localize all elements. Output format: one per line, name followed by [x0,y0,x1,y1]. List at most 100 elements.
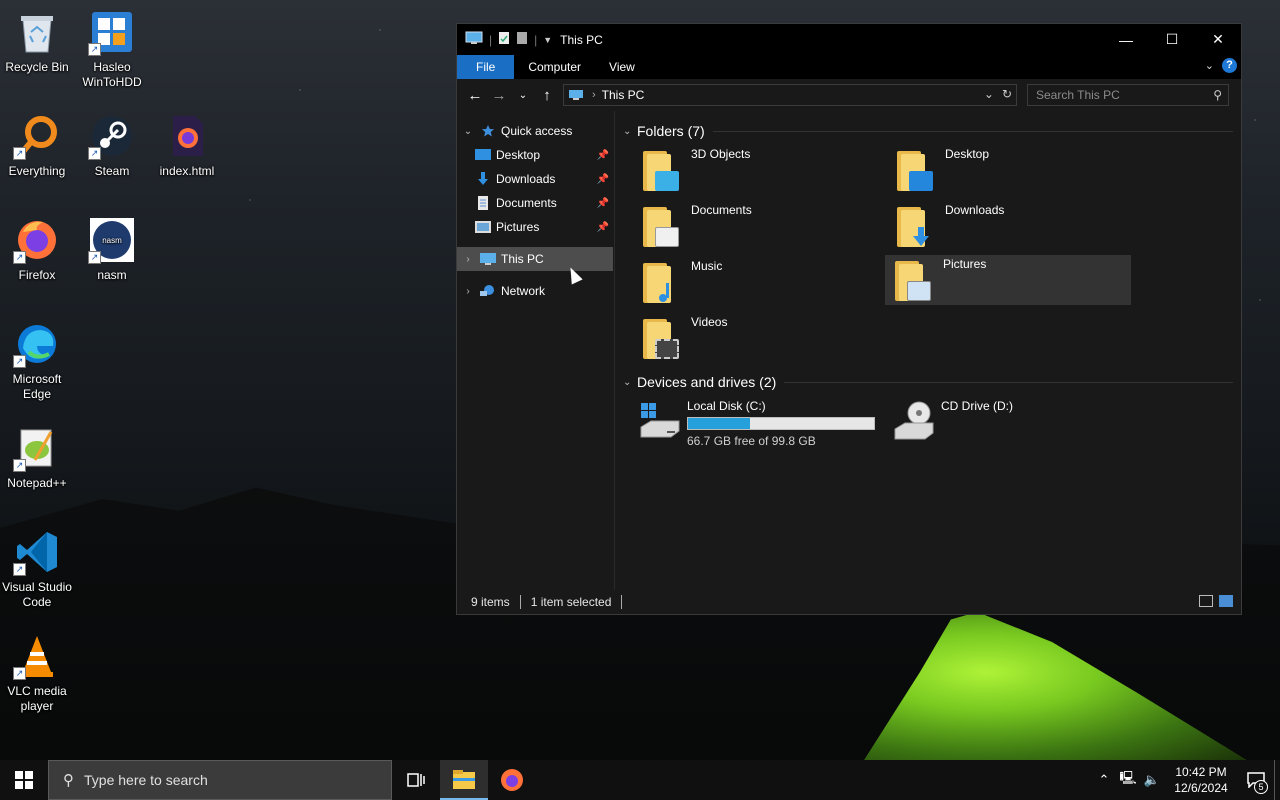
nav-label: Network [501,284,546,298]
3d-objects-folder-icon [641,147,687,193]
network-status-icon[interactable]: 🖳 [1116,769,1140,791]
drives-group-header[interactable]: ⌄ Devices and drives (2) [623,374,1233,390]
this-pc-icon [480,252,496,266]
volume-muted-icon[interactable]: 🔈 [1140,772,1164,788]
folder-videos[interactable]: Videos [633,313,879,363]
show-desktop-button[interactable] [1274,760,1280,800]
taskbar-firefox[interactable] [488,760,536,800]
pin-icon[interactable]: 📌 [597,222,609,233]
help-icon[interactable]: ? [1222,58,1237,73]
folder-downloads[interactable]: Downloads [887,201,1133,251]
group-collapse-chevron-icon[interactable]: ⌄ [623,126,637,137]
cd-drive-icon [891,399,937,445]
nav-label: Desktop [496,148,541,162]
back-arrow-icon[interactable]: ← [463,87,487,104]
desktop-icon-vscode[interactable]: ↗ Visual Studio Code [0,528,74,610]
desktop-icon-label: Hasleo WinToHDD [82,60,142,89]
desktop-icon-vlc[interactable]: ↗ VLC media player [0,632,74,714]
firefox-icon [501,769,523,791]
folder-documents[interactable]: Documents [633,201,879,251]
recent-locations-chevron-icon[interactable]: ⌄ [511,90,535,101]
taskbar-search-placeholder: Type here to search [84,772,208,788]
folder-pictures[interactable]: Pictures [885,255,1131,305]
pin-icon[interactable]: 📌 [597,150,609,161]
clock[interactable]: 10:42 PM 12/6/2024 [1164,764,1238,796]
group-collapse-chevron-icon[interactable]: ⌄ [623,377,637,388]
tab-computer[interactable]: Computer [514,55,595,79]
customize-toolbar-chevron-icon[interactable]: ▼ [543,35,552,45]
new-folder-icon[interactable] [516,31,528,48]
pictures-icon [475,220,491,234]
nav-item-downloads[interactable]: Downloads 📌 [457,167,613,191]
action-center-button[interactable]: 5 [1238,772,1274,794]
desktop-icon-recycle-bin[interactable]: Recycle Bin [0,8,74,75]
desktop-icon-index-html[interactable]: index.html [150,112,224,179]
collapsed-chevron-icon[interactable]: › [460,286,476,297]
ribbon-tabs: File Computer View ⌄ ? [457,55,1241,79]
close-button[interactable]: ✕ [1195,24,1241,55]
taskbar-search-input[interactable]: ⚲ Type here to search [48,760,392,800]
nav-label: Pictures [496,220,540,234]
minimize-button[interactable]: — [1103,24,1149,55]
folders-group-header[interactable]: ⌄ Folders (7) [623,123,1233,139]
desktop-icon-notepad-plus-plus[interactable]: ↗ Notepad++ [0,424,74,491]
expand-ribbon-chevron-icon[interactable]: ⌄ [1205,59,1214,72]
desktop-icon-firefox[interactable]: ↗ Firefox [0,216,74,283]
edge-icon: ↗ [13,320,61,368]
tab-view[interactable]: View [595,55,649,79]
divider [712,130,1233,132]
show-hidden-icons-chevron-icon[interactable]: ⌃ [1092,772,1116,788]
nav-item-quick-access[interactable]: ⌄ Quick access [457,119,613,143]
nav-item-this-pc[interactable]: › This PC [457,247,613,271]
nav-item-desktop[interactable]: Desktop 📌 [457,143,613,167]
nav-item-pictures[interactable]: Pictures 📌 [457,215,613,239]
desktop-icon-everything[interactable]: ↗ Everything [0,112,74,179]
nav-item-network[interactable]: › Network [457,279,613,303]
expanded-chevron-icon[interactable]: ⌄ [460,126,476,137]
nav-label: Downloads [496,172,556,186]
collapsed-chevron-icon[interactable]: › [460,254,476,265]
pin-icon[interactable]: 📌 [597,198,609,209]
tab-file[interactable]: File [457,55,515,79]
status-bar: 9 items 1 item selected [457,590,1241,614]
folder-name: 3D Objects [691,147,751,161]
breadcrumb[interactable]: This PC [602,88,645,102]
folder-music[interactable]: Music [633,257,879,307]
drive-usage-bar [687,417,875,430]
drive-local-disk-c[interactable]: Local Disk (C:) 66.7 GB free of 99.8 GB [629,397,879,453]
drive-usage-fill [688,418,750,429]
large-icons-view-icon[interactable] [1219,595,1233,607]
desktop-icon-hasleo[interactable]: ↗ Hasleo WinToHDD [75,8,149,90]
folder-desktop[interactable]: Desktop [887,145,1133,195]
maximize-button[interactable]: ☐ [1149,24,1195,55]
file-explorer-window[interactable]: | | ▼ This PC — ☐ ✕ File Computer View ⌄… [456,23,1242,615]
title-bar[interactable]: | | ▼ This PC — ☐ ✕ [457,24,1241,55]
item-count: 9 items [471,595,510,609]
desktop-icon-label: Firefox [18,268,56,282]
desktop-icon-label: Steam [94,164,130,178]
desktop-icon-steam[interactable]: ↗ Steam [75,112,149,179]
desktop-icon-edge[interactable]: ↗ Microsoft Edge [0,320,74,402]
search-input[interactable]: Search This PC ⚲ [1027,84,1229,106]
windows-logo-icon [15,771,33,789]
videos-folder-icon [641,315,687,361]
drive-name: CD Drive (D:) [941,399,1013,413]
start-button[interactable] [0,760,48,800]
group-title: Devices and drives (2) [637,374,777,390]
forward-arrow-icon[interactable]: → [487,87,511,104]
address-bar[interactable]: › This PC ⌄ ↻ [563,84,1017,106]
address-dropdown-chevron-icon[interactable]: ⌄ [984,87,994,101]
refresh-icon[interactable]: ↻ [1002,87,1012,101]
downloads-arrow-icon [475,172,491,186]
task-view-button[interactable] [392,760,440,800]
drive-cd-d[interactable]: CD Drive (D:) [883,397,1129,447]
nav-item-documents[interactable]: Documents 📌 [457,191,613,215]
details-view-icon[interactable] [1199,595,1213,607]
folder-3d-objects[interactable]: 3D Objects [633,145,879,195]
pin-icon[interactable]: 📌 [597,174,609,185]
properties-icon[interactable] [498,31,510,48]
up-arrow-icon[interactable]: ↑ [535,87,559,104]
taskbar-file-explorer[interactable] [440,760,488,800]
music-folder-icon [641,259,687,305]
desktop-icon-nasm[interactable]: nasm ↗ nasm [75,216,149,283]
